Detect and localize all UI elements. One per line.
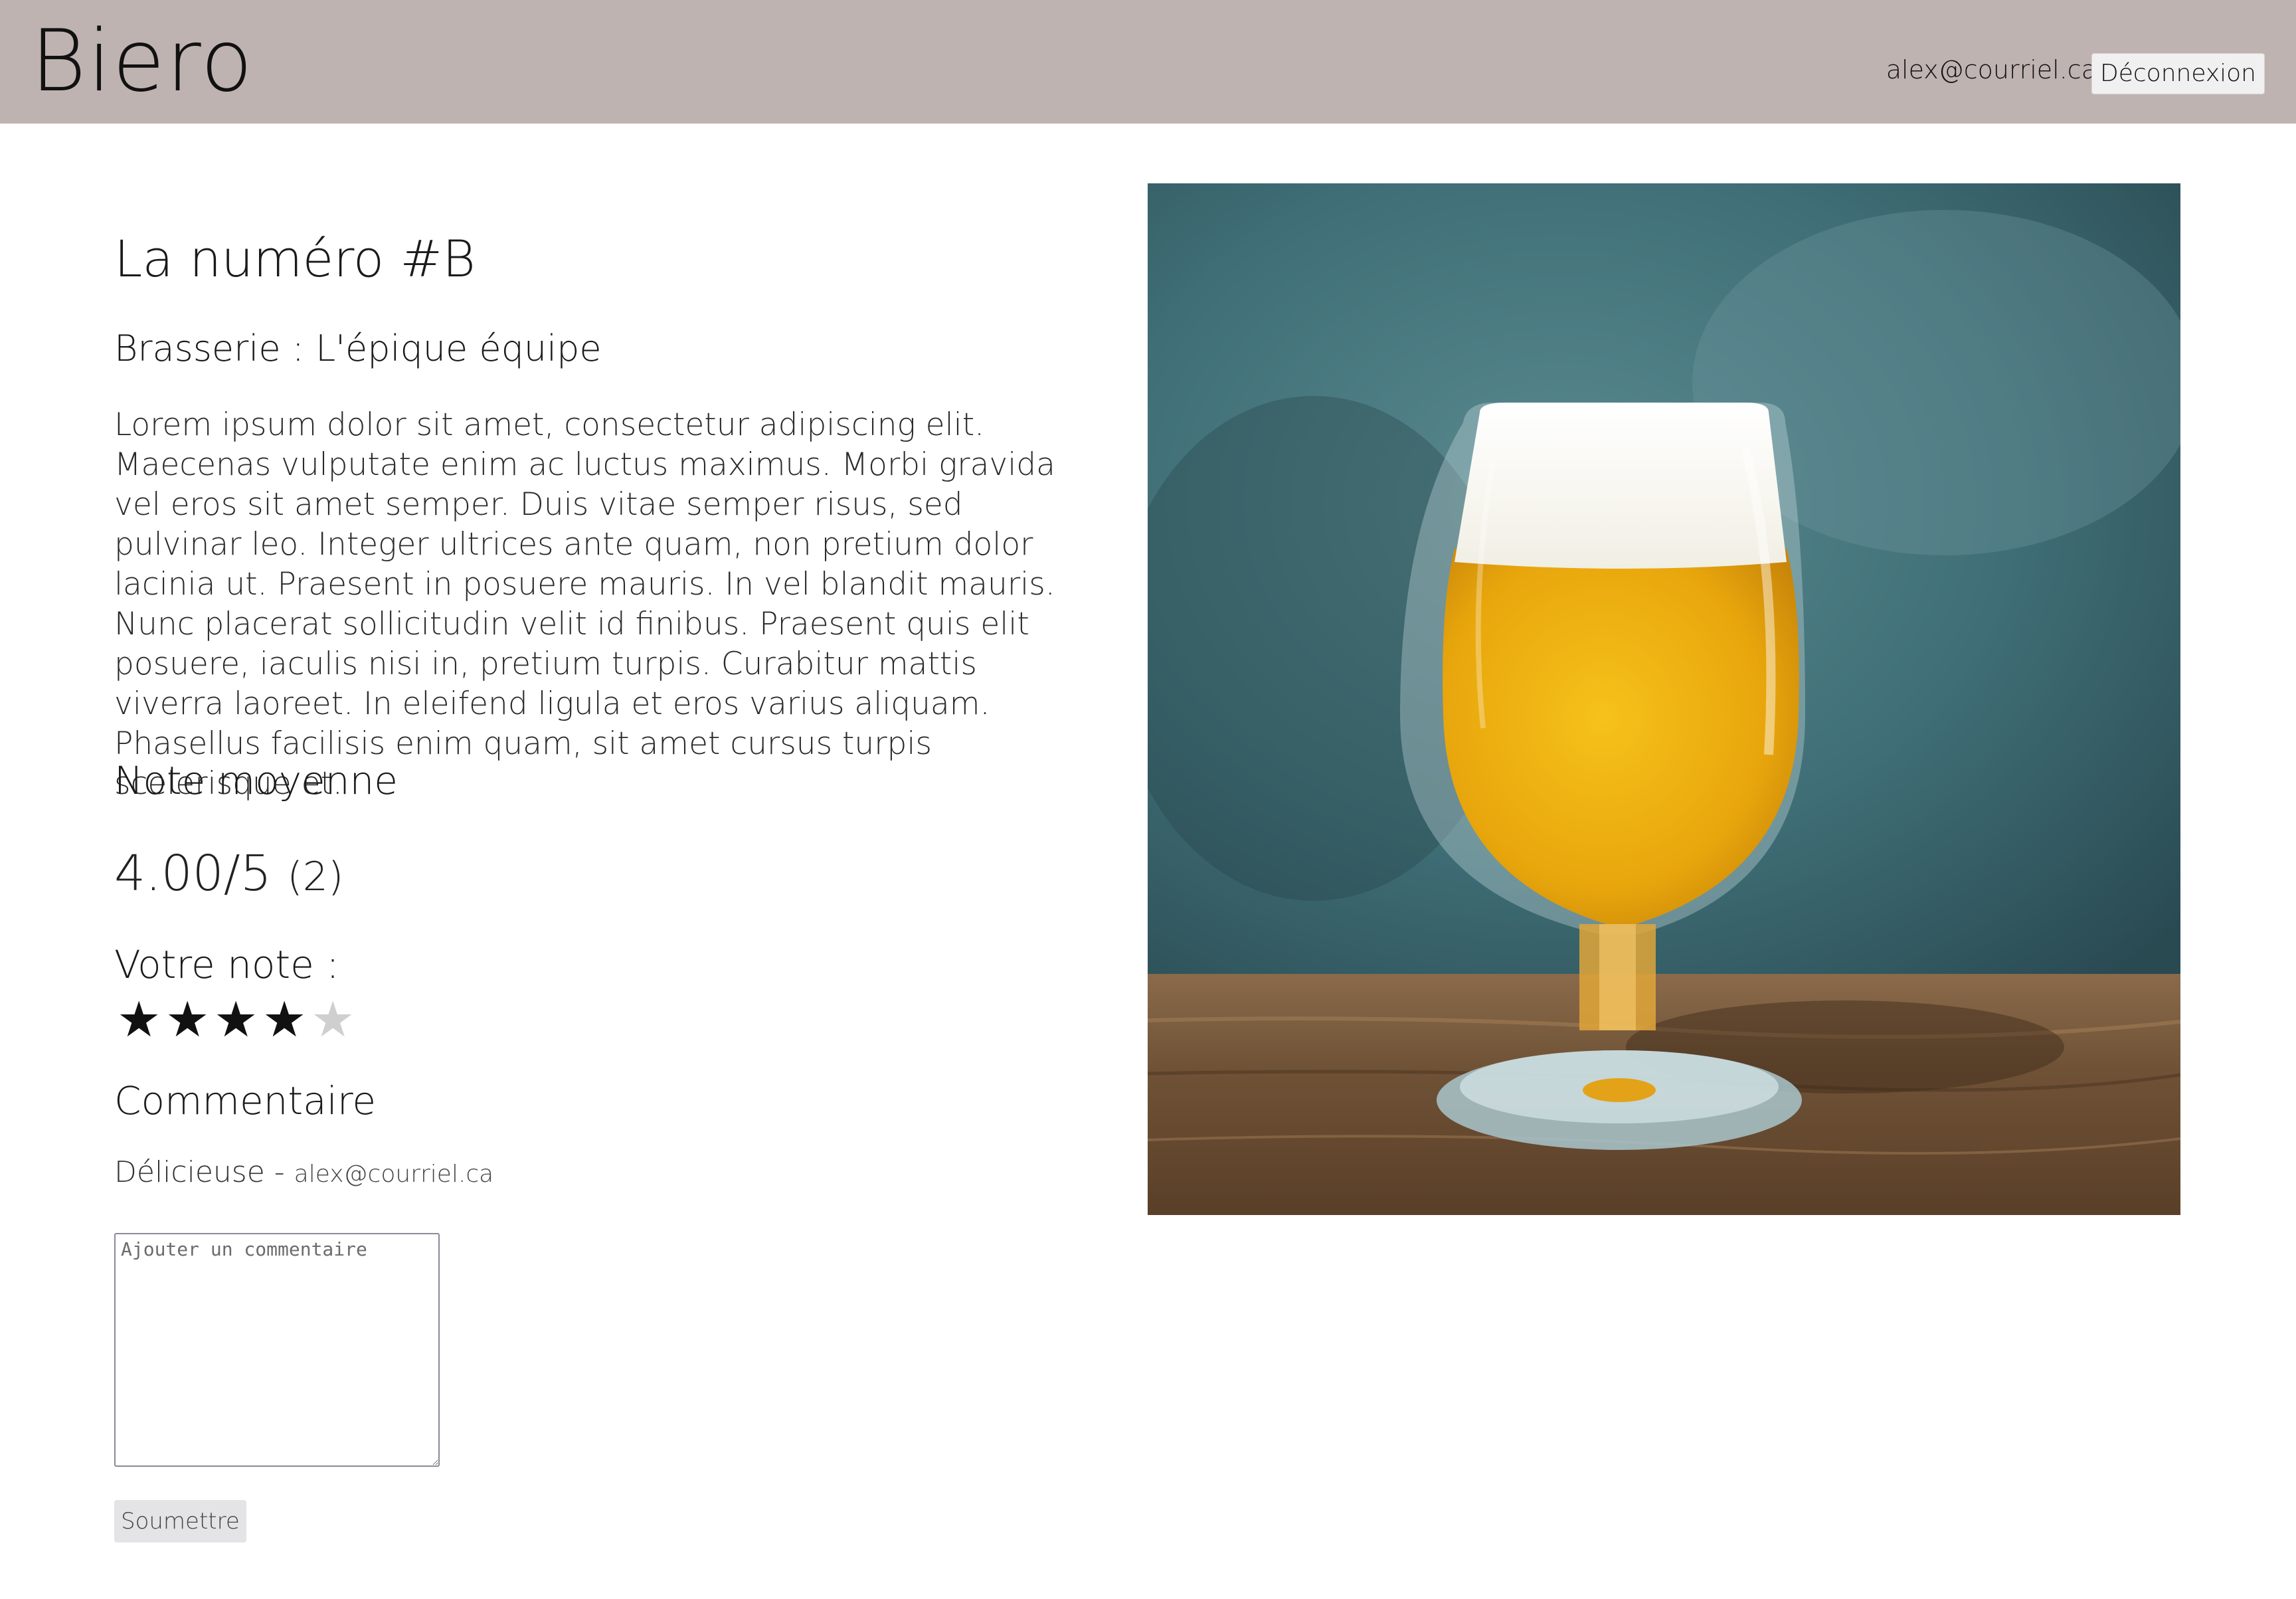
your-rating-label: Votre note : [114, 942, 339, 987]
comments-heading: Commentaire [114, 1078, 377, 1123]
comment-textarea[interactable] [114, 1233, 440, 1467]
brewery-name: Brasserie : L'épique équipe [114, 328, 602, 369]
rating-count: (2) [287, 854, 344, 900]
star-3-icon[interactable]: ★ [214, 990, 262, 1050]
beer-description: Lorem ipsum dolor sit amet, consectetur … [114, 407, 1055, 802]
comment-item: Délicieuse - alex@courriel.ca [114, 1153, 493, 1194]
star-rating[interactable]: ★ ★ ★ ★ ★ [117, 990, 359, 1050]
site-logo[interactable]: Biero [31, 12, 254, 112]
star-2-icon[interactable]: ★ [165, 990, 214, 1050]
top-navbar: Biero alex@courriel.ca Déconnexion [0, 0, 2296, 124]
logout-button[interactable]: Déconnexion [2091, 53, 2265, 94]
star-1-icon[interactable]: ★ [117, 990, 165, 1050]
star-4-icon[interactable]: ★ [262, 990, 311, 1050]
comment-author: alex@courriel.ca [294, 1161, 494, 1188]
average-rating: 4.00/5 (2) [114, 844, 343, 907]
submit-comment-button[interactable]: Soumettre [114, 1500, 246, 1543]
average-rating-value: 4.00/5 [114, 845, 272, 902]
user-email: alex@courriel.ca [1886, 55, 2097, 84]
comment-separator: - [274, 1155, 285, 1189]
average-rating-heading: Note moyenne [114, 758, 398, 803]
star-5-icon[interactable]: ★ [311, 990, 359, 1050]
beer-title: La numéro #B [114, 229, 476, 288]
beer-glass-photo-icon [1148, 183, 2180, 1215]
beer-photo [1148, 183, 2180, 1215]
comment-text: Délicieuse [114, 1155, 265, 1189]
